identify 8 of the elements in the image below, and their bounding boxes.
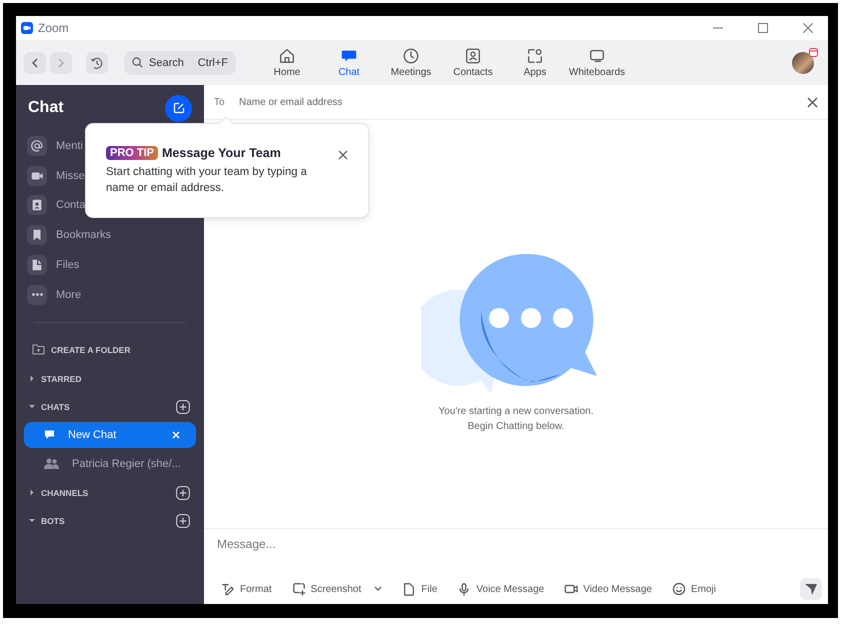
to-label: To: [214, 96, 226, 108]
pro-tip-badge: PRO TIP: [106, 146, 158, 160]
window-title: Zoom: [38, 21, 69, 35]
empty-state-text: Begin Chatting below.: [466, 420, 566, 434]
tip-title: Message Your Team: [162, 146, 281, 160]
empty-state-text: You're starting a new conversation.: [438, 405, 594, 419]
sidebar-title: Chat: [28, 99, 64, 117]
tip-text: Start chatting with your team by typing a name or email address.: [106, 165, 308, 196]
